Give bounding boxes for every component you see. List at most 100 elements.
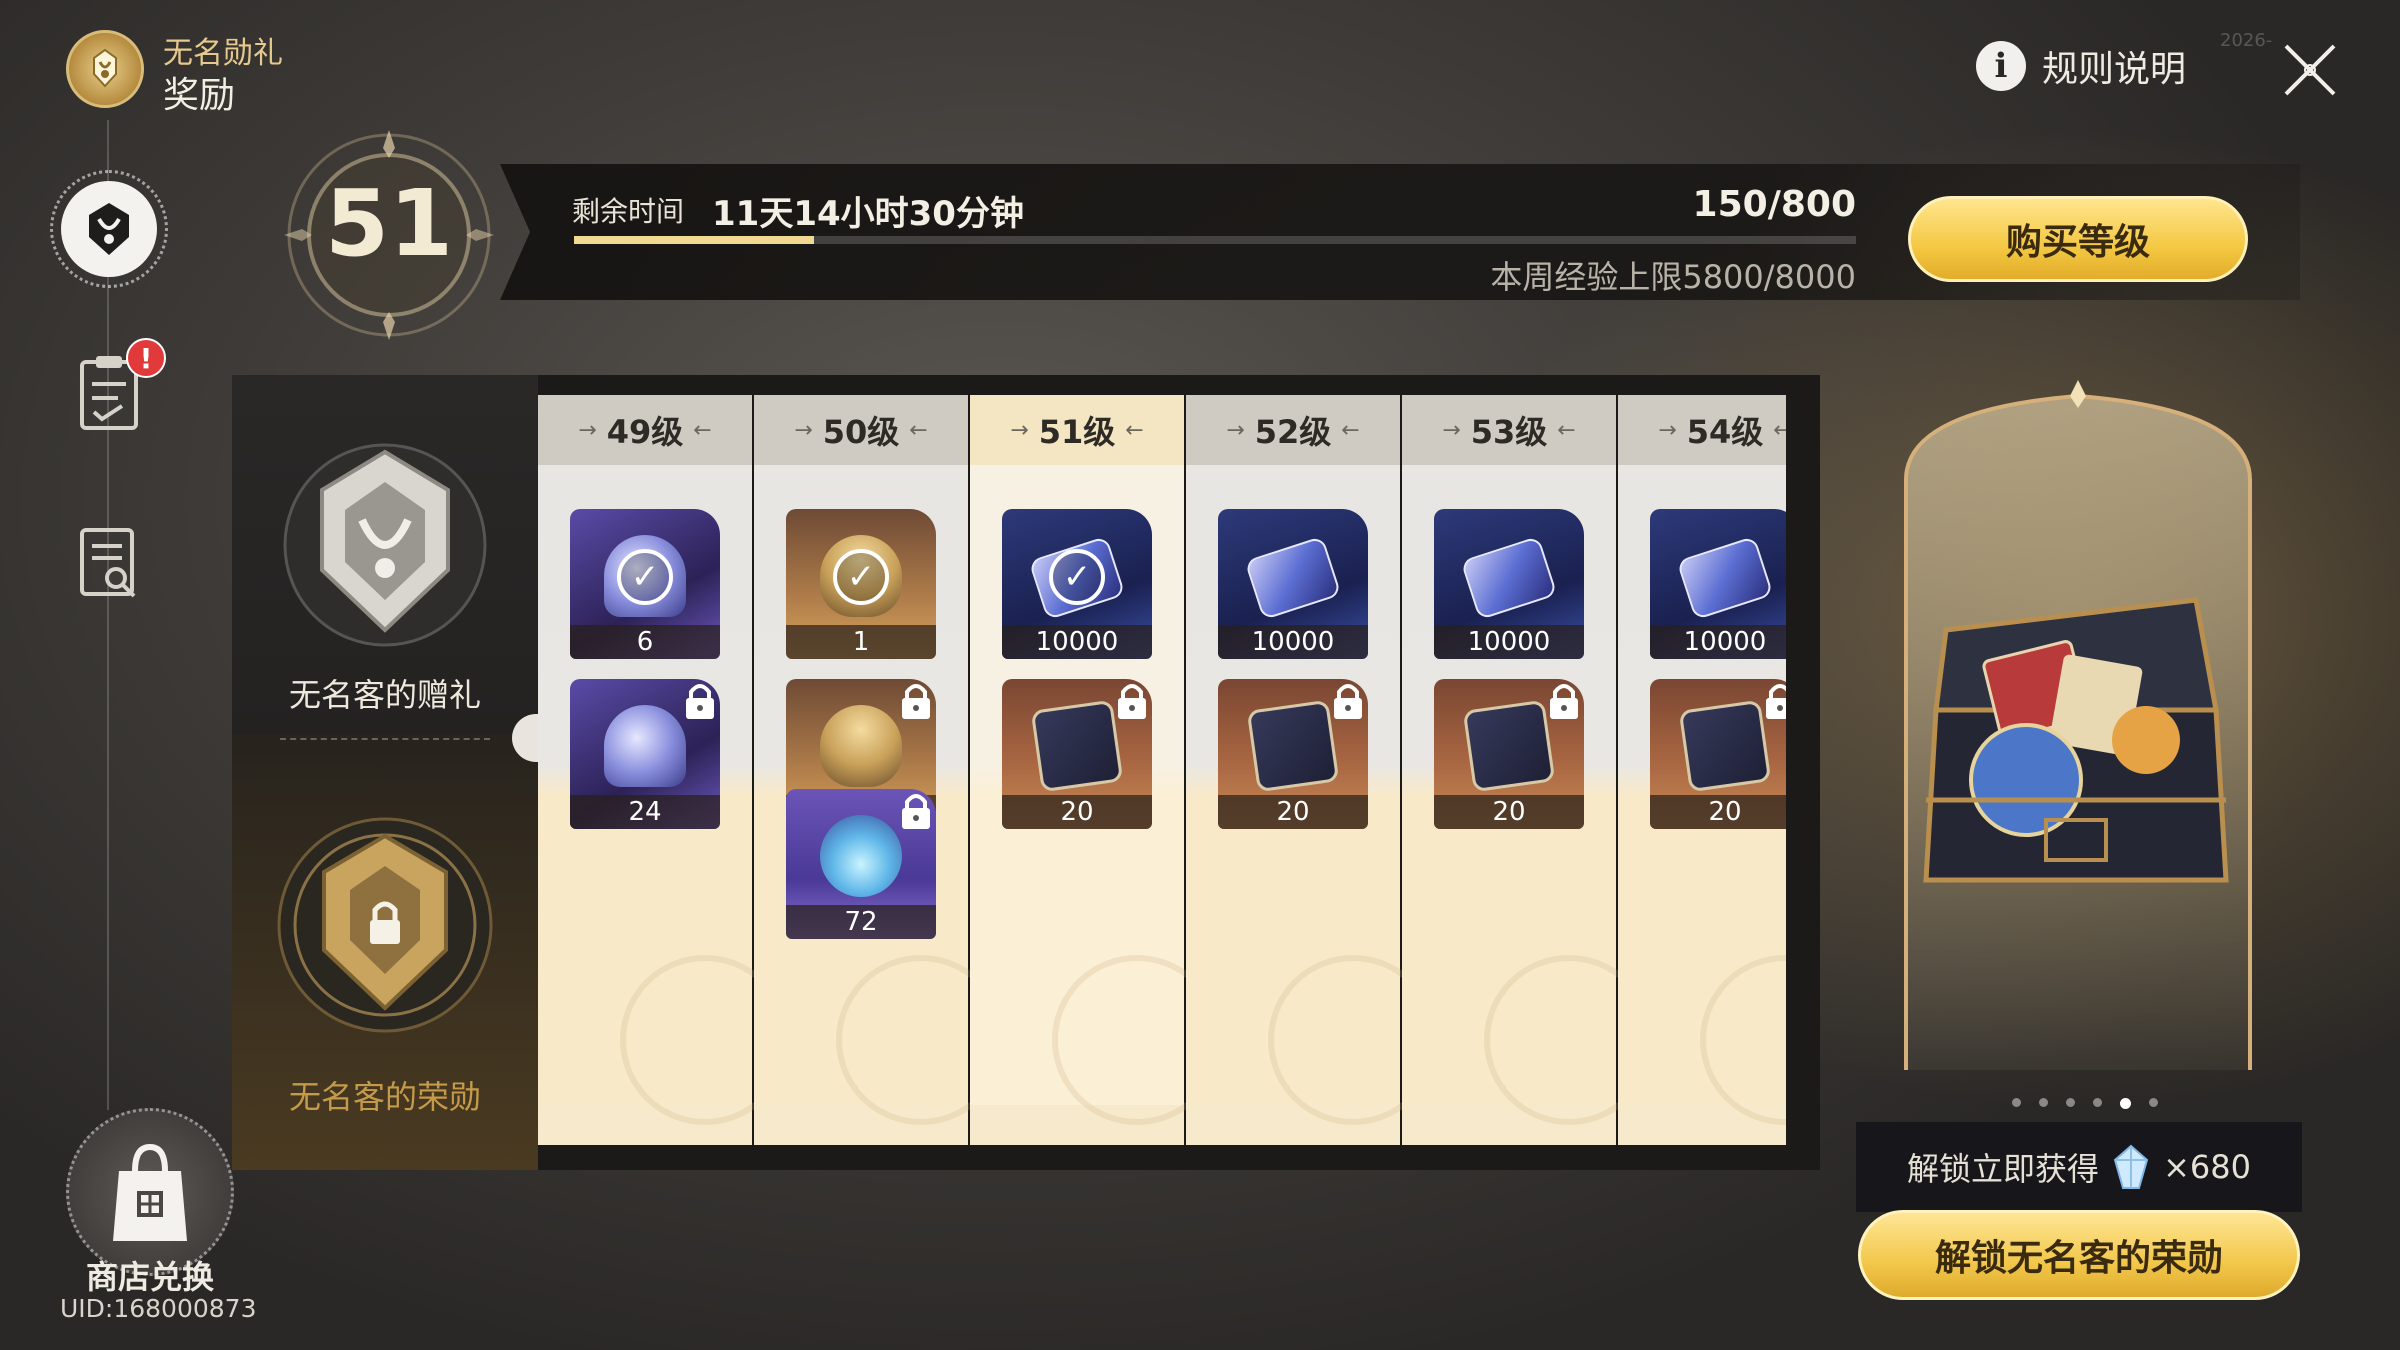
paid-track-label: 无名客的荣勋 [288, 1078, 481, 1116]
rules-label: 规则说明 [2042, 49, 2187, 90]
timestamp-watermark: 2026- [2220, 30, 2273, 51]
level-header: → 51级 ← [970, 395, 1184, 465]
shopping-bag-icon [113, 1143, 187, 1241]
unlock-honor-button[interactable]: 解锁无名客的荣勋 [1858, 1210, 2300, 1300]
page-dot[interactable] [2012, 1098, 2021, 1107]
reward-columns: →49级←✦6✓24→50级←✦1✓172→51级←✦10000✓20→52级←… [538, 395, 1786, 1145]
reward-preview-chest[interactable] [1896, 380, 2260, 1080]
lock-icon [1330, 681, 1366, 721]
reward-quantity: 10000 [1434, 625, 1584, 659]
current-level: 51 [324, 170, 454, 277]
level-label: 51级 [1038, 413, 1116, 451]
reward-quantity: 20 [1434, 795, 1584, 829]
records-search-icon[interactable] [78, 526, 140, 600]
shop-exchange-button[interactable] [66, 1108, 234, 1276]
level-header: → 53级 ← [1402, 395, 1616, 465]
reward-item[interactable]: 20 [1002, 679, 1152, 829]
page-dot[interactable] [2039, 1098, 2048, 1107]
unlock-reward-info: 解锁立即获得 ×680 [1856, 1122, 2302, 1212]
reward-book-icon [1678, 699, 1772, 793]
level-column: →49级←✦6✓24 [538, 395, 790, 1145]
header-tick-icon: ← [1125, 417, 1144, 443]
reward-item[interactable]: 1 ✓ [786, 509, 936, 659]
claimed-check-icon: ✓ [617, 549, 673, 605]
page-dot[interactable] [2066, 1098, 2075, 1107]
header-tick-icon: → [794, 417, 813, 443]
reward-quantity: 6 [570, 625, 720, 659]
event-logo-icon [66, 30, 144, 108]
reward-item[interactable]: 10000 [1650, 509, 1786, 659]
reward-bottle-icon [604, 705, 686, 787]
lock-icon [1114, 681, 1150, 721]
reward-quantity: 20 [1002, 795, 1152, 829]
header-tick-icon: → [1010, 417, 1029, 443]
reward-item[interactable]: 20 [1650, 679, 1786, 829]
lock-icon [898, 681, 934, 721]
level-label: 52级 [1254, 413, 1332, 451]
reward-item[interactable]: 24 [570, 679, 720, 829]
page-dot[interactable] [2149, 1098, 2158, 1107]
buy-level-button[interactable]: 购买等级 [1908, 196, 2248, 282]
lock-icon [682, 681, 718, 721]
rules-button[interactable]: i 规则说明 [1976, 40, 2186, 92]
reward-item[interactable]: 10000 [1434, 509, 1584, 659]
xp-progress-fill [574, 236, 814, 244]
lock-icon [1762, 681, 1786, 721]
header-tick-icon: → [1226, 417, 1245, 443]
page-title: 奖励 [163, 75, 236, 116]
reward-quantity: 1 [786, 625, 936, 659]
time-remaining-label: 剩余时间 [572, 195, 685, 228]
claimed-check-icon: ✓ [833, 549, 889, 605]
reward-item[interactable]: 20 [1434, 679, 1584, 829]
header-tick-icon: → [1442, 417, 1461, 443]
level-column: →50级←✦1✓172 [754, 395, 1006, 1145]
close-icon[interactable] [2280, 40, 2340, 100]
emblem-icon [61, 181, 157, 277]
header-tick-icon: ← [909, 417, 928, 443]
header-tick-icon: ← [1773, 417, 1786, 443]
header-tick-icon: → [578, 417, 597, 443]
level-header: → 54级 ← [1618, 395, 1786, 465]
level-label: 53级 [1470, 413, 1548, 451]
reward-horn-icon [820, 705, 902, 787]
reward-quantity: 24 [570, 795, 720, 829]
time-remaining-value: 11天14小时30分钟 [712, 194, 1024, 234]
page-dot[interactable] [2093, 1098, 2102, 1107]
reward-item[interactable]: 72 [786, 789, 936, 939]
level-column: →51级←✦10000✓20 [970, 395, 1222, 1145]
reward-item[interactable]: 6 ✓ [570, 509, 720, 659]
page-dot[interactable] [2120, 1098, 2131, 1109]
reward-item[interactable]: 10000 ✓ [1002, 509, 1152, 659]
free-track-label: 无名客的赠礼 [288, 676, 481, 714]
free-track-emblem-icon [270, 430, 500, 660]
treasure-chest-icon [1923, 597, 2229, 883]
reward-quantity: 10000 [1002, 625, 1152, 659]
level-label: 50级 [822, 413, 900, 451]
paid-track-emblem-icon [270, 810, 500, 1040]
level-header: → 49级 ← [538, 395, 752, 465]
crystal-gem-icon [2113, 1144, 2149, 1189]
level-column: →52级←✦1000020 [1186, 395, 1438, 1145]
shop-label: 商店兑换 [86, 1258, 215, 1296]
unlock-info-label: 解锁立即获得 [1907, 1150, 2100, 1188]
claimed-check-icon: ✓ [1049, 549, 1105, 605]
level-header: → 52级 ← [1186, 395, 1400, 465]
xp-value: 150/800 [1692, 184, 1856, 225]
level-column: →53级←✦1000020 [1402, 395, 1654, 1145]
reward-item[interactable]: 10000 [1218, 509, 1368, 659]
header-tick-icon: ← [693, 417, 712, 443]
level-label: 54级 [1686, 413, 1764, 451]
nav-rewards-button[interactable] [50, 170, 168, 288]
reward-book-icon [1246, 699, 1340, 793]
unlock-amount: ×680 [2163, 1148, 2251, 1186]
reward-item[interactable]: 20 [1218, 679, 1368, 829]
reward-book-icon [1030, 699, 1124, 793]
reward-quantity: 10000 [1650, 625, 1786, 659]
notification-badge: ! [126, 338, 166, 378]
lock-icon [898, 791, 934, 831]
level-column: →54级←✦1000020 [1618, 395, 1786, 1145]
header-tick-icon: → [1658, 417, 1677, 443]
reward-book-icon [1462, 699, 1556, 793]
info-icon: i [1976, 41, 2026, 91]
weekly-xp-cap: 本周经验上限5800/8000 [1490, 258, 1856, 296]
